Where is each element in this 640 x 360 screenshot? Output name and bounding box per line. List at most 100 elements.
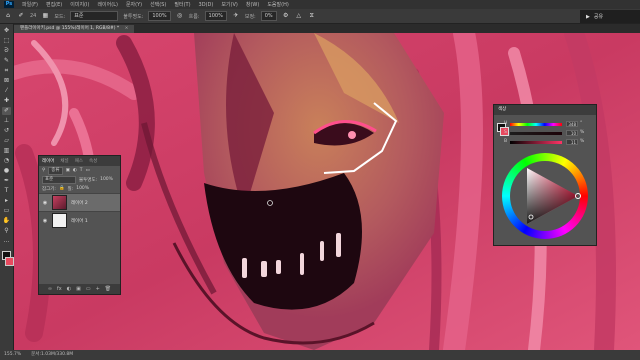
menu-type[interactable]: 문자(Y) [126, 1, 142, 8]
path-select-icon[interactable]: ▸ [2, 197, 11, 205]
brush-size[interactable]: 24 [30, 13, 36, 19]
eyedropper-icon[interactable]: ⁄ [2, 87, 11, 95]
adjustment-layer-icon[interactable]: ◐ [67, 286, 71, 292]
marquee-tool-icon[interactable]: ⬚ [2, 37, 11, 45]
layer-opacity-value[interactable]: 100% [100, 177, 113, 182]
gradient-icon[interactable]: ▥ [2, 147, 11, 155]
smoothing-settings-icon[interactable]: ⚙ [282, 12, 290, 20]
menu-filter[interactable]: 필터(T) [174, 1, 190, 8]
home-icon[interactable]: ⌂ [4, 12, 12, 20]
lock-label: 잠그기: [42, 186, 56, 192]
blend-mode-select[interactable]: 표준 [42, 175, 76, 184]
link-layers-icon[interactable]: ∞ [48, 286, 52, 292]
lasso-tool-icon[interactable]: ᘐ [2, 47, 11, 55]
hand-tool-icon[interactable]: ✋ [2, 217, 11, 225]
type-tool-icon[interactable]: T [2, 187, 11, 195]
move-tool-icon[interactable]: ✥ [2, 27, 11, 35]
menu-help[interactable]: 도움말(H) [267, 1, 288, 8]
angle-icon[interactable]: △ [295, 12, 303, 20]
eraser-icon[interactable]: ▱ [2, 137, 11, 145]
brightness-slider[interactable] [510, 141, 562, 144]
filter-adjust-icon[interactable]: ◐ [73, 168, 77, 173]
new-layer-icon[interactable]: + [96, 286, 100, 292]
healing-brush-icon[interactable]: ✚ [2, 97, 11, 105]
pen-tool-icon[interactable]: ✒ [2, 177, 11, 185]
menu-view[interactable]: 보기(V) [221, 1, 238, 8]
mask-icon[interactable]: ▣ [76, 286, 81, 292]
saturation-slider[interactable] [510, 132, 562, 135]
layers-panel-footer: ∞ fx ◐ ▣ ▭ + 🗑 [39, 284, 120, 294]
layers-panel-tabs: 레이어 채널 패스 속성 [39, 156, 120, 166]
close-tab-icon[interactable]: × [125, 26, 129, 31]
share-label: 공유 [593, 14, 604, 20]
layer-row[interactable]: ◉ 레이어 2 [39, 193, 120, 211]
search-icon: ⚲ [42, 168, 46, 173]
layer-style-icon[interactable]: fx [57, 286, 62, 292]
brush-settings-icon[interactable]: ▦ [41, 12, 49, 20]
zoom-level[interactable]: 155.7% [4, 350, 21, 360]
group-folder-icon[interactable]: ▭ [86, 286, 91, 292]
hue-value[interactable]: 348 [566, 121, 578, 127]
color-panel-title: 색상 [494, 105, 596, 115]
pressure-opacity-icon[interactable]: ◎ [176, 12, 184, 20]
menu-3d[interactable]: 3D(D) [199, 2, 214, 8]
shape-tool-icon[interactable]: ▭ [2, 207, 11, 215]
color-wheel[interactable] [502, 153, 588, 239]
more-tools-icon[interactable]: … [2, 237, 11, 245]
tab-layers[interactable]: 레이어 [42, 158, 54, 164]
visibility-eye-icon[interactable]: ◉ [42, 200, 48, 206]
history-brush-icon[interactable]: ↺ [2, 127, 11, 135]
layer-row[interactable]: ◉ 레이어 1 [39, 211, 120, 229]
menu-window[interactable]: 창(W) [246, 1, 259, 8]
blend-row: 표준 불투명도: 100% [39, 175, 120, 184]
quick-select-icon[interactable]: ✎ [2, 57, 11, 65]
fill-value[interactable]: 100% [76, 186, 89, 191]
opacity-field[interactable]: 100% [148, 11, 171, 21]
menu-file[interactable]: 파일(F) [22, 1, 38, 8]
lock-icon[interactable]: 🔒 [59, 186, 65, 191]
brightness-label: B [504, 139, 508, 144]
layer-opacity-label: 불투명도: [79, 177, 98, 183]
zoom-tool-icon[interactable]: ⚲ [2, 227, 11, 235]
smoothing-field[interactable]: 0% [260, 11, 277, 21]
airbrush-icon[interactable]: ✈ [232, 12, 240, 20]
flow-label: 흐름: [188, 13, 200, 20]
share-button[interactable]: ▶ 공유 [580, 10, 640, 23]
crop-tool-icon[interactable]: ⌗ [2, 67, 11, 75]
brightness-value[interactable]: 11 [566, 139, 578, 145]
tab-channels[interactable]: 채널 [60, 158, 68, 164]
symmetry-icon[interactable]: ⧖ [308, 12, 316, 20]
mode-select[interactable]: 표준 [70, 11, 119, 21]
hue-label: H [504, 121, 508, 126]
brush-preset-icon[interactable]: ✐ [17, 12, 25, 20]
clone-stamp-icon[interactable]: ⊥ [2, 117, 11, 125]
filter-type-icon[interactable]: T [80, 168, 83, 173]
filter-shape-icon[interactable]: ▭ [86, 168, 90, 173]
delete-layer-icon[interactable]: 🗑 [105, 286, 111, 292]
brush-tool-icon[interactable]: ✐ [2, 107, 11, 115]
menu-bar: Ps 파일(F) 편집(E) 이미지(I) 레이어(L) 문자(Y) 선택(S)… [0, 0, 640, 9]
fill-label: 칠: [67, 186, 74, 192]
filter-pixel-icon[interactable]: ▣ [66, 168, 70, 173]
menu-select[interactable]: 선택(S) [150, 1, 166, 8]
frame-tool-icon[interactable]: ⊠ [2, 77, 11, 85]
dodge-icon[interactable]: ● [2, 167, 11, 175]
blur-icon[interactable]: ◔ [2, 157, 11, 165]
visibility-eye-icon[interactable]: ◉ [42, 218, 48, 224]
menu-image[interactable]: 이미지(I) [70, 1, 89, 8]
saturation-label: S [504, 130, 507, 135]
background-color-swatch[interactable] [5, 257, 14, 266]
flow-field[interactable]: 100% [204, 11, 227, 21]
status-bar: 155.7% 문서:1.03M/330.8M [0, 350, 640, 360]
menu-edit[interactable]: 편집(E) [46, 1, 62, 8]
menu-layer[interactable]: 레이어(L) [97, 1, 118, 8]
document-tab[interactable]: 팬플라이아키.psd @ 155%(레이어 1, RGB/8#) * × [14, 25, 135, 33]
mode-label: 모드: [54, 13, 66, 20]
saturation-unit: % [580, 130, 585, 135]
kind-filter-select[interactable]: 종류 [48, 166, 63, 175]
hue-slider[interactable] [510, 123, 562, 126]
brightness-unit: % [580, 139, 585, 144]
tab-paths[interactable]: 패스 [75, 158, 83, 164]
tab-properties[interactable]: 속성 [89, 158, 97, 164]
saturation-value[interactable]: 10 [566, 130, 578, 136]
